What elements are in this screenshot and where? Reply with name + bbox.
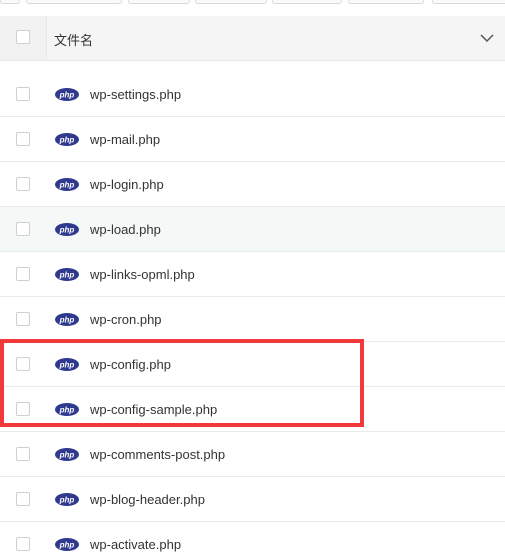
toolbar-button[interactable] [26, 0, 122, 4]
chevron-down-icon[interactable] [477, 28, 497, 48]
toolbar-button[interactable] [272, 0, 342, 4]
row-checkbox[interactable] [16, 177, 30, 191]
php-file-icon: php [55, 358, 79, 371]
svg-text:php: php [59, 90, 75, 99]
table-header: 文件名 [0, 16, 505, 61]
file-name[interactable]: wp-links-opml.php [90, 267, 195, 282]
php-file-icon: php [55, 493, 79, 506]
file-name[interactable]: wp-mail.php [90, 132, 160, 147]
php-file-icon: php [55, 133, 79, 146]
row-checkbox[interactable] [16, 402, 30, 416]
column-divider [46, 16, 47, 60]
file-row[interactable]: php wp-load.php [0, 207, 505, 252]
file-row[interactable]: php wp-settings.php [0, 72, 505, 117]
svg-text:php: php [59, 180, 75, 189]
svg-text:php: php [59, 360, 75, 369]
php-file-icon: php [55, 313, 79, 326]
svg-text:php: php [59, 225, 75, 234]
file-name[interactable]: wp-activate.php [90, 537, 181, 552]
svg-text:php: php [59, 495, 75, 504]
svg-text:php: php [59, 135, 75, 144]
file-list: php wp-settings.php php wp-mail.php php … [0, 72, 505, 554]
file-row[interactable]: php wp-mail.php [0, 117, 505, 162]
header-checkbox-cell [0, 16, 46, 60]
toolbar-button[interactable] [195, 0, 267, 4]
row-checkbox[interactable] [16, 87, 30, 101]
file-row[interactable]: php wp-links-opml.php [0, 252, 505, 297]
toolbar-strip [0, 0, 505, 4]
toolbar-button[interactable] [128, 0, 190, 4]
file-name[interactable]: wp-config-sample.php [90, 402, 217, 417]
file-row[interactable]: php wp-activate.php [0, 522, 505, 554]
file-name[interactable]: wp-comments-post.php [90, 447, 225, 462]
row-checkbox[interactable] [16, 447, 30, 461]
row-checkbox[interactable] [16, 267, 30, 281]
toolbar-button[interactable] [432, 0, 505, 4]
file-name[interactable]: wp-cron.php [90, 312, 162, 327]
file-name[interactable]: wp-blog-header.php [90, 492, 205, 507]
file-row[interactable]: php wp-config-sample.php [0, 387, 505, 432]
row-checkbox[interactable] [16, 222, 30, 236]
row-checkbox[interactable] [16, 357, 30, 371]
file-row[interactable]: php wp-cron.php [0, 297, 505, 342]
row-checkbox[interactable] [16, 312, 30, 326]
php-file-icon: php [55, 448, 79, 461]
toolbar-button[interactable] [348, 0, 424, 4]
file-name[interactable]: wp-settings.php [90, 87, 181, 102]
file-row[interactable]: php wp-login.php [0, 162, 505, 207]
row-checkbox[interactable] [16, 537, 30, 551]
row-checkbox[interactable] [16, 132, 30, 146]
row-checkbox[interactable] [16, 492, 30, 506]
file-name[interactable]: wp-load.php [90, 222, 161, 237]
file-row[interactable]: php wp-blog-header.php [0, 477, 505, 522]
file-name[interactable]: wp-login.php [90, 177, 164, 192]
toolbar-button[interactable] [0, 0, 20, 4]
file-row[interactable]: php wp-comments-post.php [0, 432, 505, 477]
svg-text:php: php [59, 315, 75, 324]
svg-text:php: php [59, 405, 75, 414]
php-file-icon: php [55, 268, 79, 281]
file-row[interactable]: php wp-config.php [0, 342, 505, 387]
php-file-icon: php [55, 223, 79, 236]
file-manager-panel: 文件名 php wp-settings.php php wp-mail.php … [0, 0, 505, 554]
svg-text:php: php [59, 450, 75, 459]
php-file-icon: php [55, 403, 79, 416]
filename-column-header[interactable]: 文件名 [54, 30, 93, 49]
svg-text:php: php [59, 540, 75, 549]
select-all-checkbox[interactable] [16, 30, 30, 44]
php-file-icon: php [55, 178, 79, 191]
php-file-icon: php [55, 88, 79, 101]
php-file-icon: php [55, 538, 79, 551]
svg-text:php: php [59, 270, 75, 279]
file-name[interactable]: wp-config.php [90, 357, 171, 372]
